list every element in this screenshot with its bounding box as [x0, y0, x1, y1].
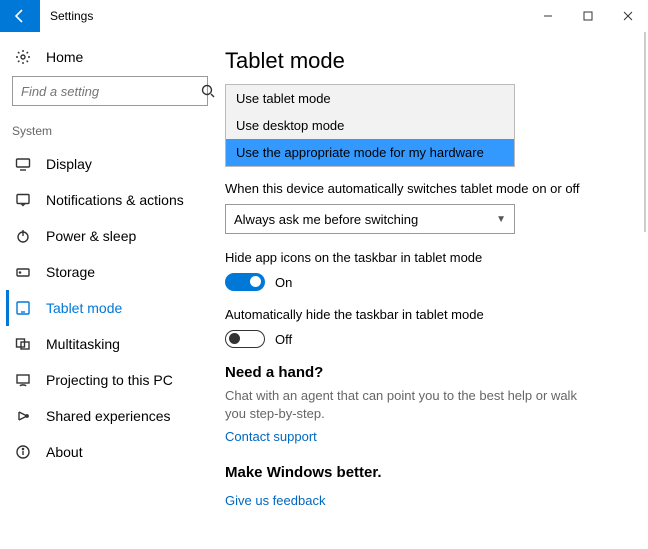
tablet-icon — [14, 299, 32, 317]
dropdown-option[interactable]: Use tablet mode — [226, 85, 514, 112]
display-icon — [14, 155, 32, 173]
power-icon — [14, 227, 32, 245]
search-box[interactable] — [12, 76, 208, 106]
sidebar-item-notifications[interactable]: Notifications & actions — [12, 182, 225, 218]
sidebar-item-multitasking[interactable]: Multitasking — [12, 326, 225, 362]
sidebar-home[interactable]: Home — [12, 42, 225, 76]
sidebar-item-power[interactable]: Power & sleep — [12, 218, 225, 254]
notifications-icon — [14, 191, 32, 209]
chevron-down-icon: ▼ — [496, 214, 506, 225]
projecting-icon — [14, 371, 32, 389]
info-icon — [14, 443, 32, 461]
titlebar: Settings — [0, 0, 648, 32]
hide-taskbar-toggle[interactable] — [225, 330, 265, 348]
hide-taskbar-label: Automatically hide the taskbar in tablet… — [225, 307, 632, 322]
auto-switch-label: When this device automatically switches … — [225, 181, 632, 196]
mode-dropdown-open[interactable]: Use tablet mode Use desktop mode Use the… — [225, 84, 515, 167]
sidebar-item-storage[interactable]: Storage — [12, 254, 225, 290]
search-icon — [199, 82, 217, 100]
dropdown-option-selected[interactable]: Use the appropriate mode for my hardware — [226, 139, 514, 166]
feedback-heading: Make Windows better. — [225, 464, 632, 481]
maximize-button[interactable] — [568, 0, 608, 32]
nav-label: Power & sleep — [46, 228, 136, 244]
nav-label: Shared experiences — [46, 408, 171, 424]
help-text: Chat with an agent that can point you to… — [225, 387, 585, 423]
main-content: Tablet mode Use tablet mode Use desktop … — [225, 32, 648, 549]
contact-support-link[interactable]: Contact support — [225, 429, 317, 444]
sidebar-item-projecting[interactable]: Projecting to this PC — [12, 362, 225, 398]
window-title: Settings — [50, 9, 528, 23]
nav-label: Projecting to this PC — [46, 372, 173, 388]
back-button[interactable] — [0, 0, 40, 32]
nav-label: Display — [46, 156, 92, 172]
storage-icon — [14, 263, 32, 281]
help-heading: Need a hand? — [225, 364, 632, 381]
nav-label: Multitasking — [46, 336, 120, 352]
shared-icon — [14, 407, 32, 425]
sidebar-item-shared[interactable]: Shared experiences — [12, 398, 225, 434]
nav-label: Notifications & actions — [46, 192, 184, 208]
feedback-link[interactable]: Give us feedback — [225, 493, 325, 508]
dropdown-option[interactable]: Use desktop mode — [226, 112, 514, 139]
auto-switch-select[interactable]: Always ask me before switching ▼ — [225, 204, 515, 234]
sidebar: Home System Display Notifications & acti… — [0, 32, 225, 549]
hide-icons-label: Hide app icons on the taskbar in tablet … — [225, 250, 632, 265]
sidebar-item-tablet-mode[interactable]: Tablet mode — [6, 290, 225, 326]
nav-label: Tablet mode — [46, 300, 122, 316]
scrollbar[interactable] — [644, 32, 646, 232]
sidebar-item-about[interactable]: About — [12, 434, 225, 470]
minimize-button[interactable] — [528, 0, 568, 32]
hide-icons-toggle[interactable] — [225, 273, 265, 291]
select-value: Always ask me before switching — [234, 212, 418, 227]
toggle-state: On — [275, 275, 292, 290]
nav-label: Storage — [46, 264, 95, 280]
page-heading: Tablet mode — [225, 48, 632, 74]
search-input[interactable] — [21, 84, 199, 99]
gear-icon — [14, 48, 32, 66]
sidebar-item-display[interactable]: Display — [12, 146, 225, 182]
nav-label: About — [46, 444, 83, 460]
multitasking-icon — [14, 335, 32, 353]
toggle-state: Off — [275, 332, 292, 347]
sidebar-home-label: Home — [46, 49, 83, 65]
close-button[interactable] — [608, 0, 648, 32]
window-controls — [528, 0, 648, 32]
sidebar-group-label: System — [12, 124, 225, 138]
